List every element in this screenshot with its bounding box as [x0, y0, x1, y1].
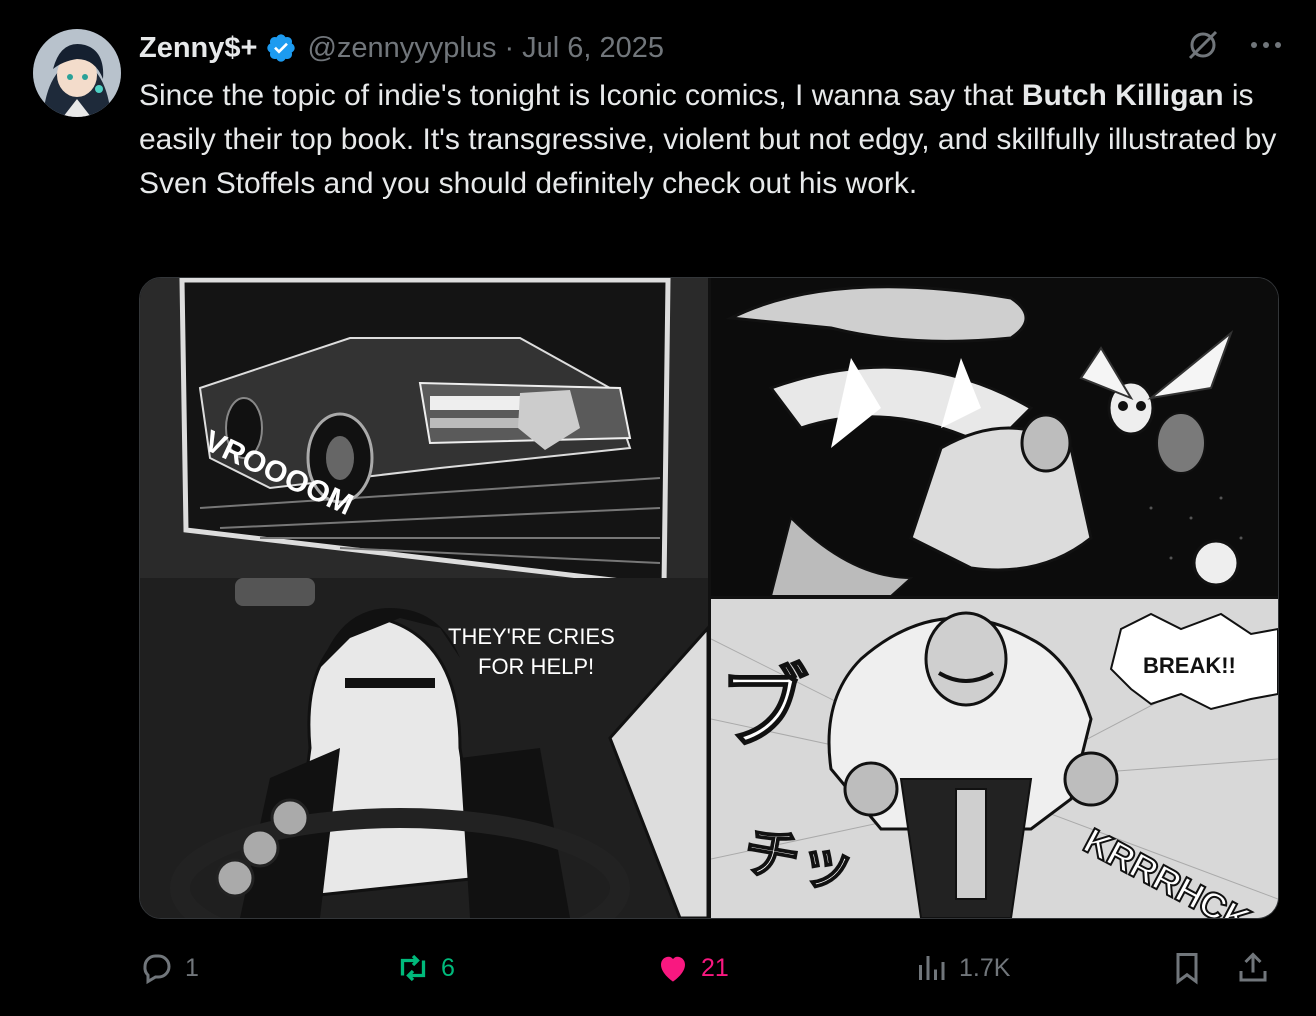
media-grid: VROOOOM THEY'RE CRIES FOR HELP! BREAK!! …	[139, 277, 1279, 919]
author-display-name[interactable]: Zenny$+	[139, 32, 257, 65]
avatar[interactable]	[33, 29, 121, 117]
author-handle[interactable]: @zennyyyplus	[307, 32, 496, 65]
tweet-text-bold: Butch Killigan	[1021, 79, 1224, 112]
action-bar: 1 6 21 1.7K	[139, 946, 1277, 990]
panel3-sfx-jp-1: ブ	[719, 656, 809, 761]
views-button[interactable]: 1.7K	[913, 946, 1010, 990]
tweet-header: Zenny$+ @zennyyyplus · Jul 6, 2025	[139, 28, 1286, 68]
share-button[interactable]	[1235, 946, 1271, 990]
views-chart-icon	[919, 956, 945, 980]
views-count: 1.7K	[959, 953, 1011, 982]
like-button[interactable]: 21	[655, 946, 729, 990]
media-image-3[interactable]: BREAK!! ブ チッ KRRRHCK	[711, 599, 1278, 918]
share-icon	[1239, 952, 1267, 982]
reply-count: 1	[185, 953, 199, 982]
bookmark-button[interactable]	[1169, 946, 1205, 990]
reply-icon	[143, 954, 171, 985]
panel3-speech: BREAK!!	[1143, 653, 1236, 678]
tweet-text-part: Since the topic of indie's tonight is Ic…	[139, 79, 1022, 112]
more-options-icon[interactable]	[1246, 35, 1286, 55]
verified-badge-icon[interactable]	[265, 32, 297, 64]
like-count: 21	[701, 953, 729, 982]
bookmark-icon	[1176, 953, 1198, 985]
media-image-2[interactable]	[711, 278, 1278, 596]
post-date[interactable]: Jul 6, 2025	[522, 32, 664, 65]
tweet-text: Since the topic of indie's tonight is Ic…	[139, 74, 1284, 206]
repost-icon	[400, 954, 426, 982]
separator: ·	[504, 31, 515, 64]
panel1-speech-line-2: FOR HELP!	[478, 654, 594, 679]
avatar-image	[33, 29, 121, 117]
repost-button[interactable]: 6	[395, 946, 455, 990]
panel1-speech-line-1: THEY'RE CRIES	[448, 624, 615, 649]
grok-icon[interactable]	[1186, 28, 1220, 62]
repost-count: 6	[441, 953, 455, 982]
heart-icon	[661, 956, 685, 982]
reply-button[interactable]: 1	[139, 946, 199, 990]
media-image-1[interactable]: VROOOOM THEY'RE CRIES FOR HELP!	[140, 278, 708, 918]
